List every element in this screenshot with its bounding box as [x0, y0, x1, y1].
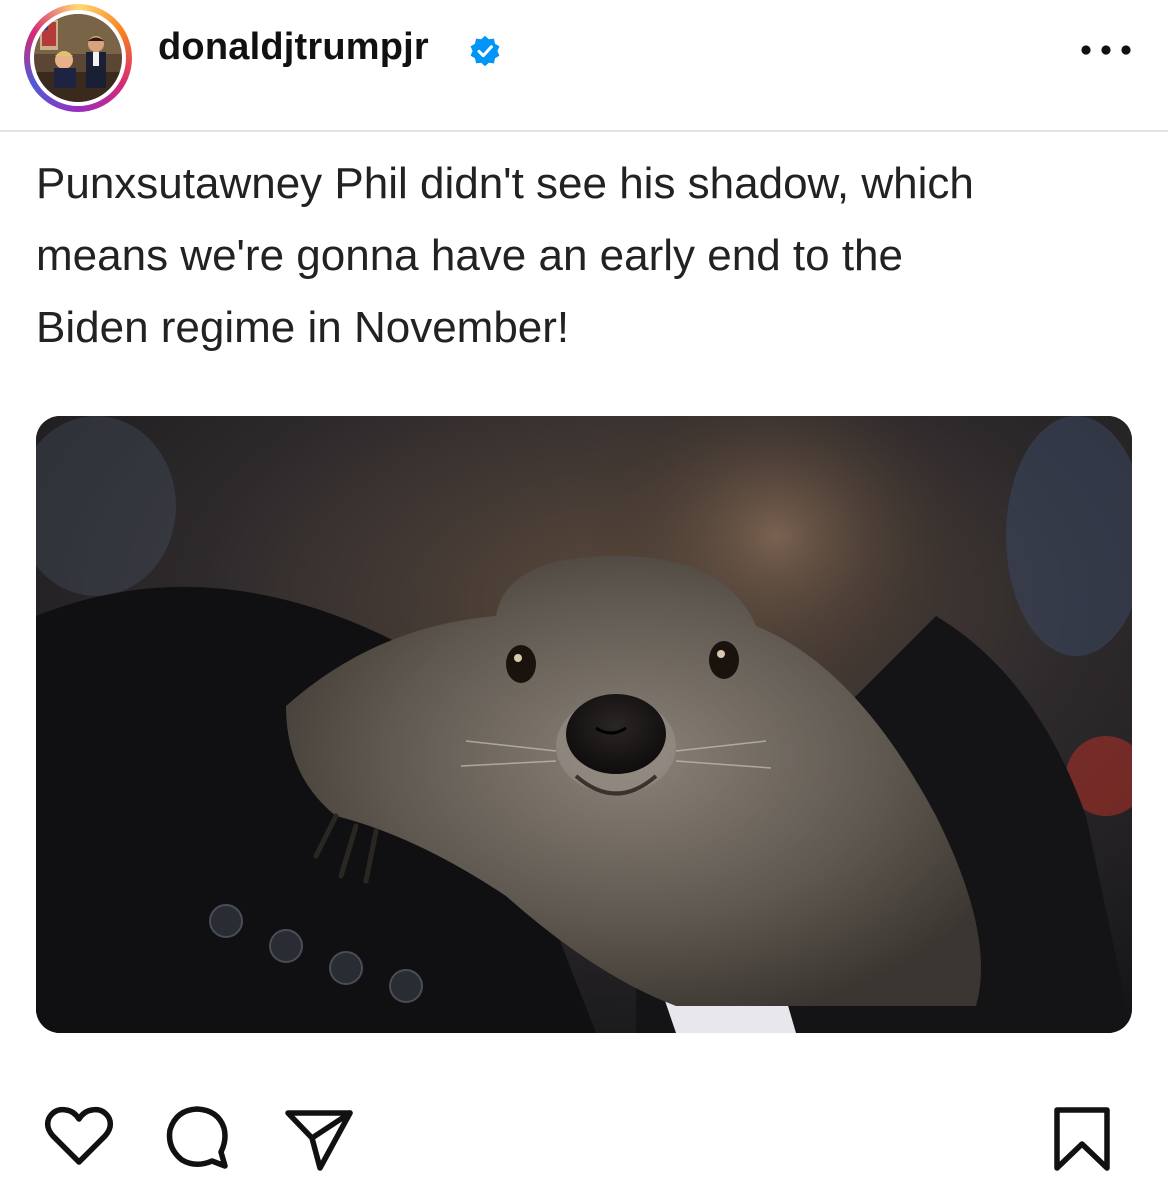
comment-bubble-icon[interactable] — [164, 1104, 230, 1170]
groundhog-photo — [36, 416, 1132, 1033]
story-ring[interactable] — [24, 4, 132, 112]
bookmark-icon[interactable] — [1052, 1106, 1112, 1172]
avatar-border — [30, 10, 126, 106]
avatar[interactable] — [34, 14, 122, 102]
post-header: donaldjtrumpjr — [0, 0, 1168, 132]
caption-line: Biden regime in November! — [36, 303, 570, 352]
heart-icon[interactable] — [44, 1106, 114, 1168]
paper-plane-icon[interactable] — [284, 1108, 354, 1172]
caption-line: means we're gonna have an early end to t… — [36, 231, 903, 280]
more-options-icon[interactable] — [1078, 30, 1134, 70]
caption-line: Punxsutawney Phil didn't see his shadow,… — [36, 159, 974, 208]
post-actions-bar — [0, 1090, 1168, 1200]
post-caption: Punxsutawney Phil didn't see his shadow,… — [36, 148, 1136, 364]
username[interactable]: donaldjtrumpjr — [158, 26, 429, 69]
avatar-photo — [34, 14, 122, 102]
post-photo[interactable] — [36, 416, 1132, 1033]
verified-badge-icon — [470, 35, 500, 67]
